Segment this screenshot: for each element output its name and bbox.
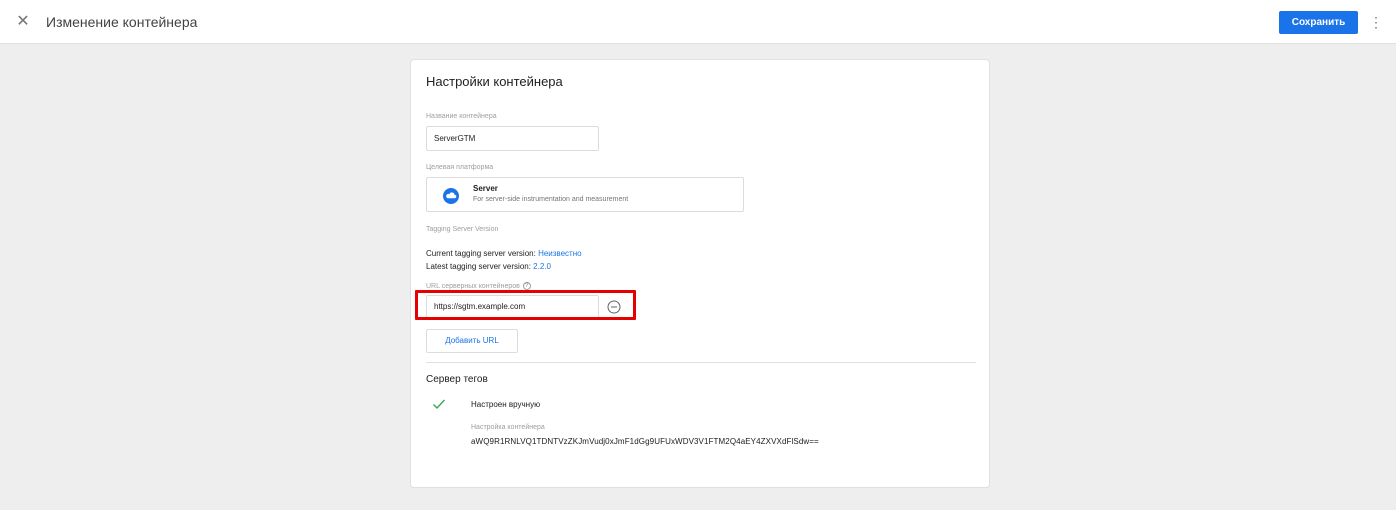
card-title: Настройки контейнера (426, 74, 563, 89)
target-platform-option[interactable]: Server For server-side instrumentation a… (426, 177, 744, 212)
server-url-input[interactable]: https://sgtm.example.com (426, 295, 599, 319)
help-icon[interactable]: ? (522, 282, 531, 290)
remove-circle-icon[interactable] (607, 300, 621, 314)
page-title: Изменение контейнера (46, 14, 198, 30)
server-urls-label-row: URL серверных контейнеров? (426, 282, 531, 290)
container-name-label: Название контейнера (426, 113, 497, 120)
tagging-server-label: Tagging Server Version (426, 226, 499, 233)
save-button[interactable]: Сохранить (1279, 11, 1358, 34)
check-icon (433, 399, 446, 410)
section-divider (426, 362, 976, 363)
current-version-line: Current tagging server version: Неизвест… (426, 249, 582, 258)
latest-version-line: Latest tagging server version: 2.2.0 (426, 262, 551, 271)
platform-name: Server (473, 184, 498, 193)
container-config-label: Настройка контейнера (471, 424, 545, 431)
target-platform-label: Целевая платформа (426, 164, 494, 171)
tag-server-title: Сервер тегов (426, 374, 488, 385)
add-url-button[interactable]: Добавить URL (426, 329, 518, 353)
latest-version-prefix: Latest tagging server version: (426, 262, 534, 271)
top-bar: ✕ Изменение контейнера Сохранить ⋮ (0, 0, 1396, 44)
server-urls-label: URL серверных контейнеров (426, 282, 520, 290)
more-vert-icon[interactable]: ⋮ (1369, 12, 1383, 32)
container-settings-card: Настройки контейнера Название контейнера… (410, 59, 990, 488)
current-version-link[interactable]: Неизвестно (538, 249, 582, 258)
tag-server-status: Настроен вручную (471, 400, 541, 409)
cloud-icon (443, 188, 459, 204)
current-version-prefix: Current tagging server version: (426, 249, 539, 258)
close-icon[interactable]: ✕ (14, 13, 32, 31)
container-name-input[interactable]: ServerGTM (426, 126, 599, 151)
platform-description: For server-side instrumentation and meas… (473, 196, 629, 203)
latest-version-link[interactable]: 2.2.0 (533, 262, 551, 271)
container-config-value: aWQ9R1RNLVQ1TDNTVzZKJmVudj0xJmF1dGg9UFUx… (471, 437, 819, 446)
